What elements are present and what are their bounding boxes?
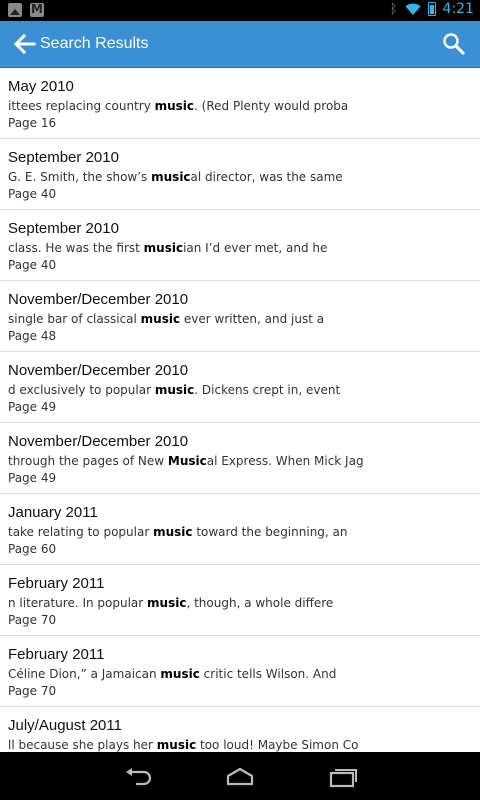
result-snippet: through the pages of New Musical Express… bbox=[8, 454, 364, 468]
result-page: Page 60 bbox=[8, 542, 57, 556]
battery-icon bbox=[427, 2, 436, 16]
list-item[interactable]: July/August 2011 ll because she plays he… bbox=[0, 707, 480, 752]
action-bar: Search Results bbox=[0, 21, 480, 68]
result-snippet: ittees replacing country music. (Red Ple… bbox=[8, 99, 349, 113]
navigation-bar bbox=[0, 752, 480, 800]
system-icons: ᛒ 4:21 bbox=[390, 1, 474, 17]
result-snippet: G. E. Smith, the show’s musical director… bbox=[8, 170, 343, 184]
result-page: Page 49 bbox=[8, 400, 57, 414]
result-page: Page 16 bbox=[8, 116, 57, 130]
result-page: Page 40 bbox=[8, 187, 57, 201]
result-page: Page 49 bbox=[8, 471, 57, 485]
back-arrow-icon[interactable] bbox=[12, 33, 36, 55]
list-item[interactable]: February 2011 Céline Dion,” a Jamaican m… bbox=[0, 636, 480, 707]
result-page: Page 70 bbox=[8, 684, 57, 698]
result-page: Page 70 bbox=[8, 613, 57, 627]
list-item[interactable]: November/December 2010 through the pages… bbox=[0, 423, 480, 494]
result-snippet: take relating to popular music toward th… bbox=[8, 525, 348, 539]
gmail-icon bbox=[30, 2, 44, 17]
nav-home-icon[interactable] bbox=[225, 766, 255, 788]
list-item[interactable]: November/December 2010 d exclusively to … bbox=[0, 352, 480, 423]
result-snippet: ll because she plays her music too loud!… bbox=[8, 738, 359, 752]
list-item[interactable]: May 2010 ittees replacing country music.… bbox=[0, 68, 480, 139]
result-date: July/August 2011 bbox=[8, 717, 122, 734]
result-date: November/December 2010 bbox=[8, 291, 189, 308]
result-page: Page 48 bbox=[8, 329, 57, 343]
page-title: Search Results bbox=[40, 35, 149, 52]
result-snippet: d exclusively to popular music. Dickens … bbox=[8, 383, 341, 397]
result-snippet: class. He was the first musician I’d eve… bbox=[8, 241, 328, 255]
nav-back-icon[interactable] bbox=[124, 766, 154, 788]
list-item[interactable]: September 2010 class. He was the first m… bbox=[0, 210, 480, 281]
list-item[interactable]: November/December 2010 single bar of cla… bbox=[0, 281, 480, 352]
result-date: January 2011 bbox=[8, 504, 98, 521]
status-bar: ᛒ 4:21 bbox=[0, 0, 480, 21]
list-item[interactable]: January 2011 take relating to popular mu… bbox=[0, 494, 480, 565]
list-item[interactable]: February 2011 n literature. In popular m… bbox=[0, 565, 480, 636]
nav-recent-apps-icon[interactable] bbox=[328, 766, 358, 788]
result-date: May 2010 bbox=[8, 78, 74, 95]
search-icon[interactable] bbox=[442, 32, 466, 56]
wifi-icon bbox=[405, 3, 421, 15]
list-item[interactable]: September 2010 G. E. Smith, the show’s m… bbox=[0, 139, 480, 210]
result-date: November/December 2010 bbox=[8, 362, 189, 379]
notification-icons bbox=[8, 2, 44, 17]
result-snippet: Céline Dion,” a Jamaican music critic te… bbox=[8, 667, 337, 681]
result-snippet: n literature. In popular music, though, … bbox=[8, 596, 334, 610]
result-date: February 2011 bbox=[8, 575, 105, 592]
result-date: September 2010 bbox=[8, 149, 119, 166]
result-page: Page 40 bbox=[8, 258, 57, 272]
gallery-icon bbox=[8, 3, 22, 17]
clock: 4:21 bbox=[442, 1, 474, 17]
result-date: September 2010 bbox=[8, 220, 119, 237]
result-snippet: single bar of classical music ever writt… bbox=[8, 312, 325, 326]
result-date: February 2011 bbox=[8, 646, 105, 663]
result-date: November/December 2010 bbox=[8, 433, 189, 450]
search-results-list[interactable]: May 2010 ittees replacing country music.… bbox=[0, 68, 480, 752]
bluetooth-icon: ᛒ bbox=[389, 1, 398, 17]
